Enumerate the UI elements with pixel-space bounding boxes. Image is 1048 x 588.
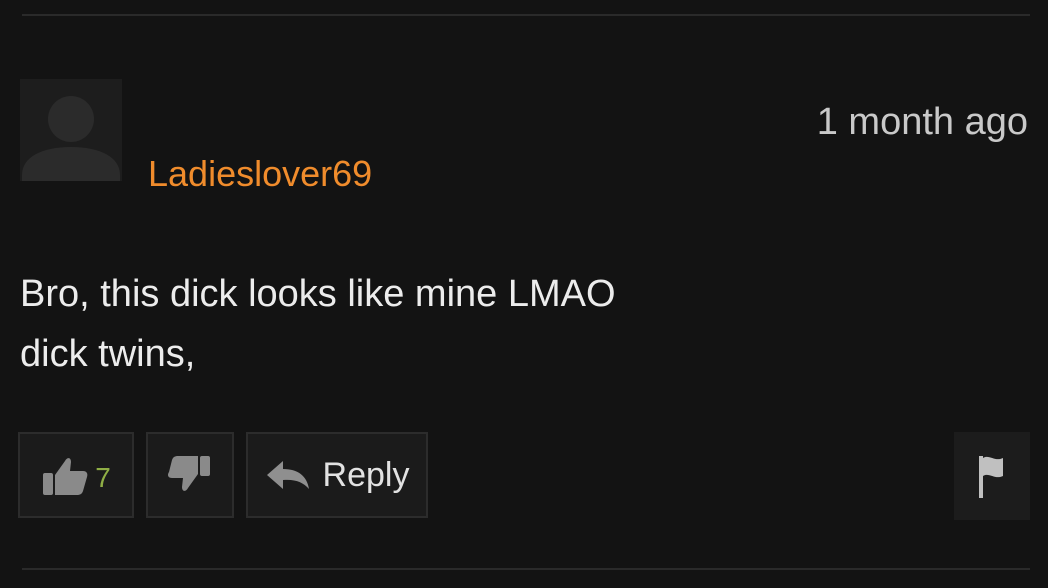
- comment-username[interactable]: Ladieslover69: [148, 152, 372, 196]
- comment-line: dick twins,: [20, 333, 196, 375]
- comment-body: Bro, this dick looks like mine LMAO dick…: [20, 264, 920, 384]
- thumbs-up-icon: [41, 453, 89, 497]
- like-count: 7: [95, 462, 111, 493]
- flag-icon: [975, 452, 1009, 500]
- comment-timestamp: 1 month ago: [816, 101, 1028, 143]
- bottom-divider: [22, 568, 1030, 570]
- dislike-button[interactable]: [146, 432, 234, 518]
- top-divider: [22, 14, 1030, 16]
- comment-line: Bro, this dick looks like mine LMAO: [20, 273, 616, 315]
- reply-label: Reply: [322, 455, 410, 494]
- flag-button[interactable]: [954, 432, 1030, 520]
- thumbs-down-icon: [168, 454, 212, 496]
- reply-arrow-icon: [265, 459, 311, 491]
- reply-button[interactable]: Reply: [246, 432, 428, 518]
- like-button[interactable]: 7: [18, 432, 134, 518]
- user-silhouette-icon: [20, 79, 122, 181]
- avatar[interactable]: [20, 79, 122, 181]
